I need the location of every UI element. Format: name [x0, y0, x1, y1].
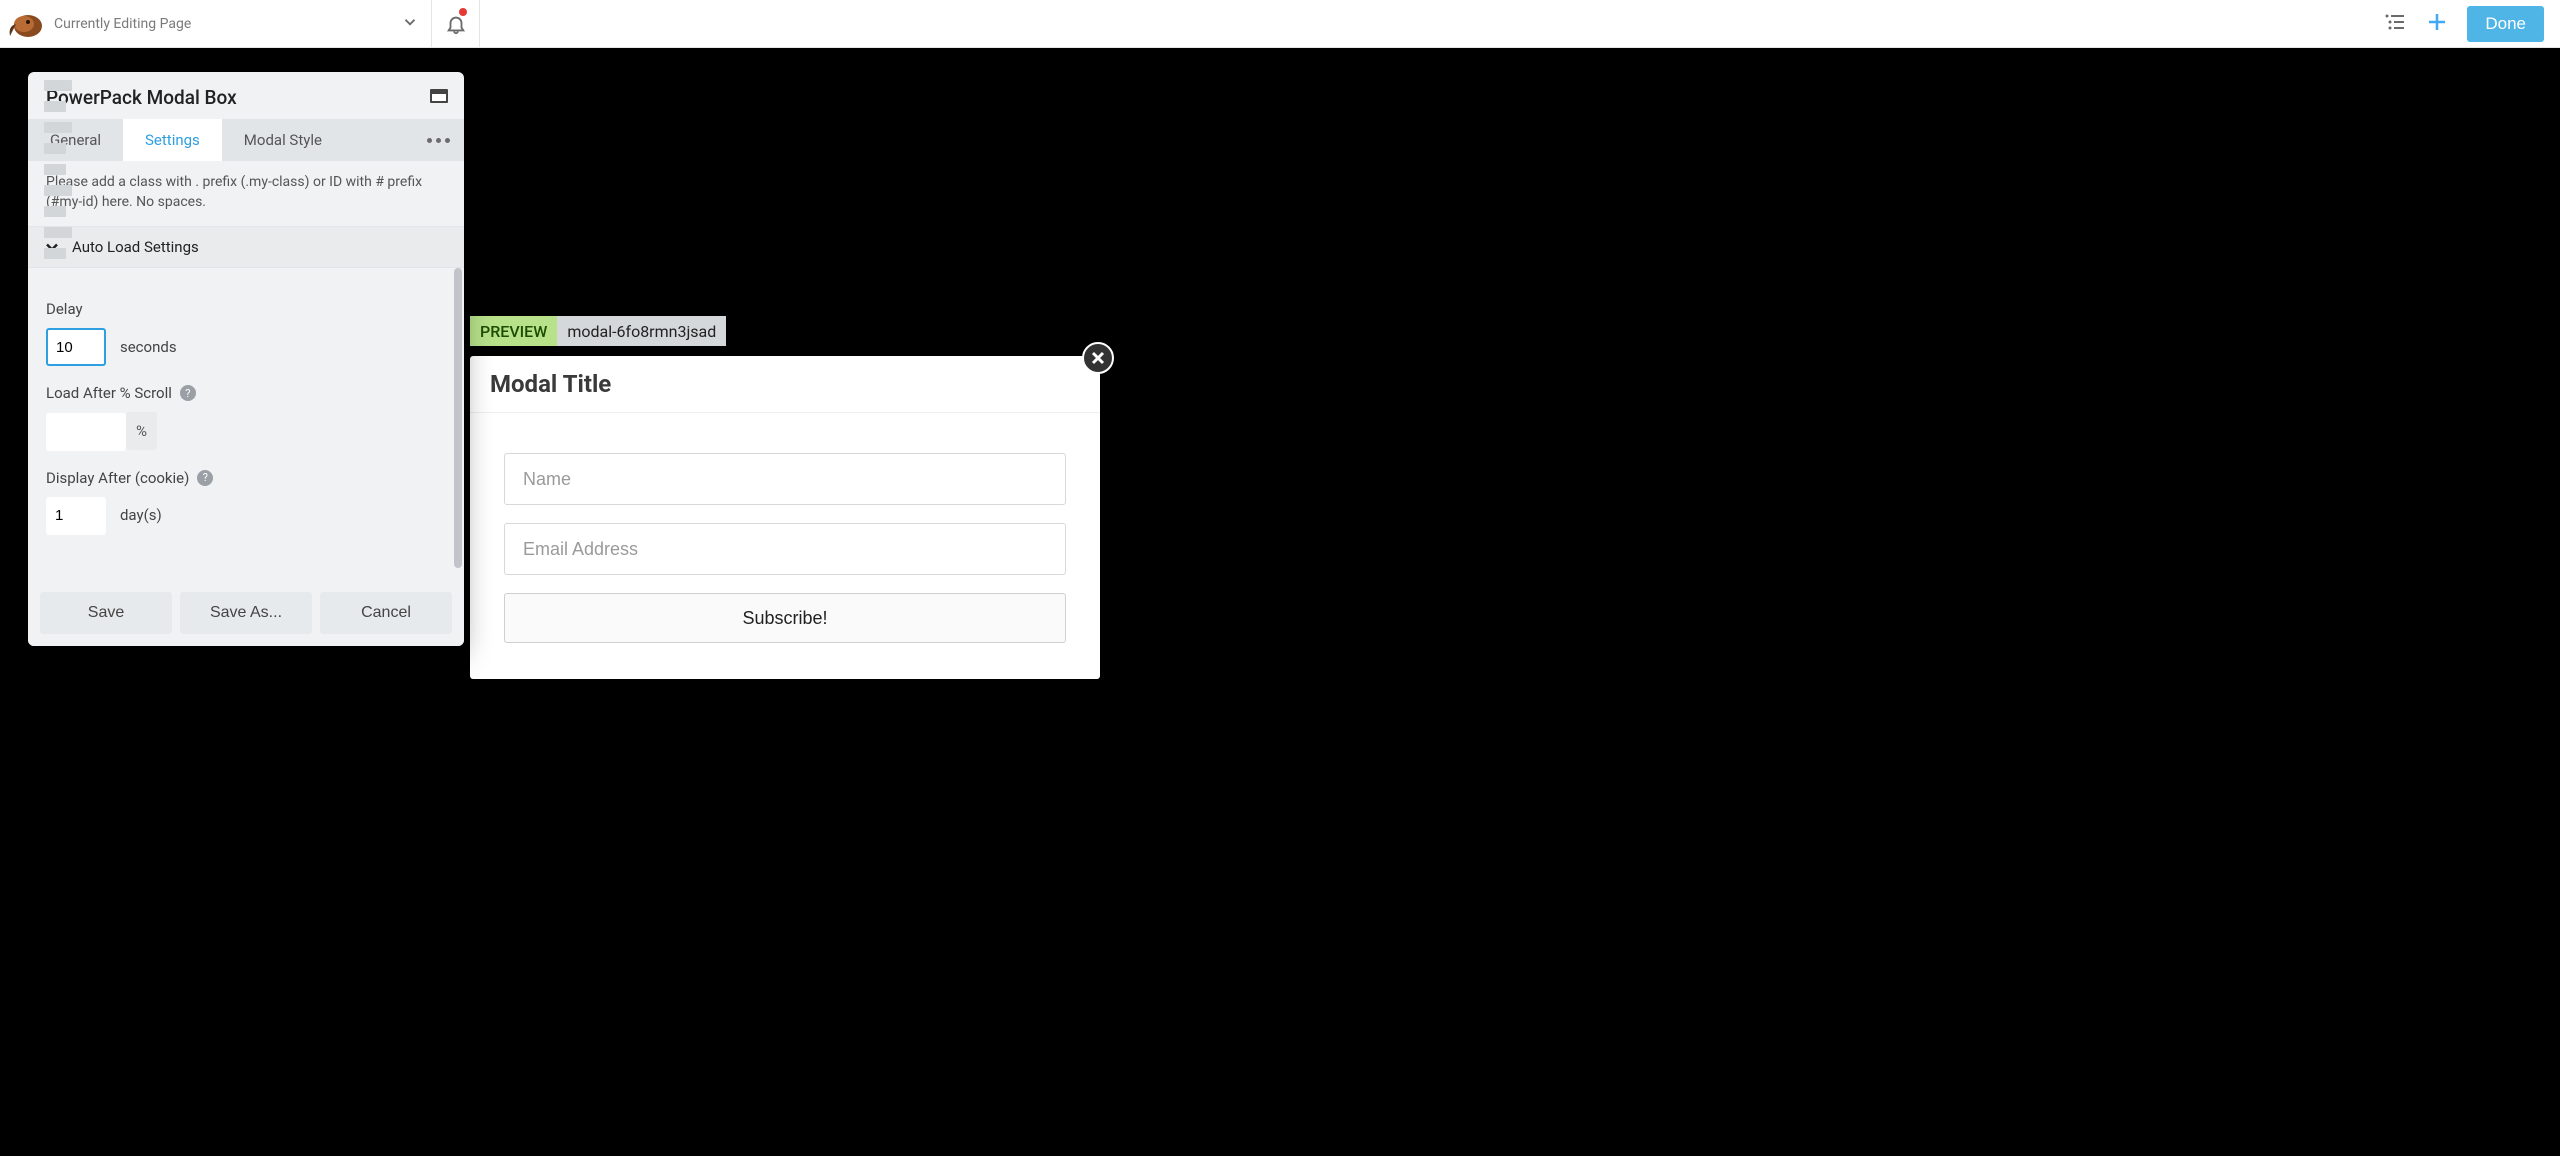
- page-dropdown-trigger[interactable]: [401, 13, 419, 35]
- delay-label: Delay: [46, 300, 446, 318]
- modal-body: Subscribe!: [470, 413, 1100, 679]
- scroll-label: Load After % Scroll: [46, 384, 172, 402]
- panel-footer: Save Save As... Cancel: [28, 582, 464, 646]
- outline-icon: [2383, 10, 2407, 34]
- close-icon: [1091, 351, 1105, 365]
- beaver-logo-icon: [6, 6, 46, 42]
- modal-close-button[interactable]: [1082, 342, 1114, 374]
- cookie-label: Display After (cookie): [46, 469, 189, 487]
- preview-badge: PREVIEW: [470, 316, 557, 346]
- add-button[interactable]: [2425, 10, 2449, 38]
- done-button[interactable]: Done: [2467, 6, 2544, 42]
- panel-header: PowerPack Modal Box: [28, 72, 464, 119]
- section-label: Auto Load Settings: [72, 238, 199, 256]
- dots-icon: [427, 138, 432, 143]
- cancel-button[interactable]: Cancel: [320, 592, 452, 634]
- panel-expand-button[interactable]: [430, 88, 448, 107]
- delay-input[interactable]: [46, 328, 106, 366]
- scrollbar[interactable]: [454, 268, 462, 568]
- help-icon[interactable]: ?: [180, 385, 196, 401]
- topbar: Currently Editing Page D: [0, 0, 2560, 48]
- topbar-right: Done: [2383, 6, 2560, 42]
- section-auto-load[interactable]: Auto Load Settings: [28, 226, 464, 268]
- modal-preview: Modal Title Subscribe!: [470, 356, 1100, 679]
- panel-title: PowerPack Modal Box: [46, 86, 237, 109]
- tab-general[interactable]: General: [28, 119, 123, 161]
- save-button[interactable]: Save: [40, 592, 172, 634]
- plus-icon: [2425, 10, 2449, 34]
- notifications-button[interactable]: [432, 0, 480, 48]
- drag-handle-icon[interactable]: [44, 80, 72, 259]
- notification-dot-icon: [459, 8, 467, 16]
- preview-tag: PREVIEW modal-6fo8rmn3jsad: [470, 316, 726, 346]
- class-id-hint: Please add a class with . prefix (.my-cl…: [28, 161, 464, 226]
- tab-modal-style[interactable]: Modal Style: [222, 119, 344, 161]
- cookie-unit: day(s): [120, 506, 162, 524]
- delay-unit: seconds: [120, 338, 177, 356]
- outline-button[interactable]: [2383, 10, 2407, 38]
- panel-body: Delay seconds Load After % Scroll ? % Di…: [28, 268, 464, 582]
- help-icon[interactable]: ?: [197, 470, 213, 486]
- scroll-unit: %: [126, 412, 157, 450]
- scroll-input[interactable]: [46, 413, 126, 451]
- tab-more-button[interactable]: [413, 138, 464, 143]
- subscribe-button[interactable]: Subscribe!: [504, 593, 1066, 643]
- window-icon: [430, 89, 448, 103]
- tab-settings[interactable]: Settings: [123, 119, 222, 161]
- save-as-button[interactable]: Save As...: [180, 592, 312, 634]
- modal-header: Modal Title: [470, 356, 1100, 413]
- page-title: Currently Editing Page: [54, 16, 191, 32]
- email-input[interactable]: [504, 523, 1066, 575]
- preview-identifier: modal-6fo8rmn3jsad: [557, 316, 726, 346]
- topbar-left: Currently Editing Page: [0, 0, 432, 47]
- name-input[interactable]: [504, 453, 1066, 505]
- cookie-input[interactable]: [46, 497, 106, 535]
- panel-tabs: General Settings Modal Style: [28, 119, 464, 161]
- modal-title: Modal Title: [490, 370, 1080, 398]
- bell-icon: [445, 13, 467, 35]
- chevron-down-icon: [401, 13, 419, 31]
- settings-panel: PowerPack Modal Box General Settings Mod…: [28, 72, 464, 646]
